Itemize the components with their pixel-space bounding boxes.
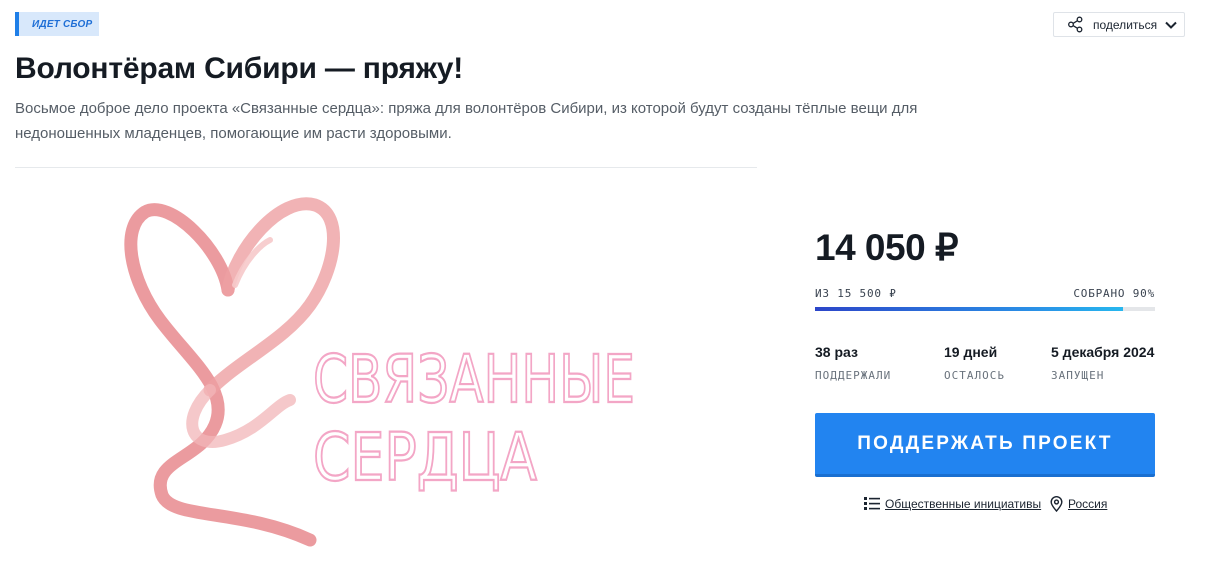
cover-logo-line2: СЕРДЦА xyxy=(313,419,537,496)
progress-bar-fill xyxy=(815,307,1124,311)
stat-value: 38 раз xyxy=(815,344,858,360)
collected-percent-label: СОБРАНО 90% xyxy=(1073,287,1155,300)
stat-label: ПОДДЕРЖАЛИ xyxy=(815,369,892,382)
page-title: Волонтёрам Сибири — пряжу! xyxy=(15,52,464,85)
region-link[interactable]: Россия xyxy=(1050,496,1107,512)
stat-launched: 5 декабря 2024 ЗАПУЩЕН xyxy=(1051,344,1154,382)
status-badge: ИДЕТ СБОР xyxy=(15,12,99,36)
region-label: Россия xyxy=(1068,497,1108,511)
stat-label: ЗАПУЩЕН xyxy=(1051,369,1105,382)
stat-days-left: 19 дней ОСТАЛОСЬ xyxy=(944,344,1005,382)
support-project-button[interactable]: ПОДДЕРЖАТЬ ПРОЕКТ xyxy=(815,413,1155,477)
cover-image: СВЯЗАННЫЕ СЕРДЦА xyxy=(124,197,636,547)
cover-logo-line1: СВЯЗАННЫЕ xyxy=(313,341,635,418)
share-label: поделиться xyxy=(1093,17,1158,32)
category-label: Общественные инициативы xyxy=(885,496,1042,511)
page-description: Восьмое доброе дело проекта «Связанные с… xyxy=(15,100,918,142)
location-pin-icon xyxy=(1050,496,1063,512)
list-icon xyxy=(864,497,880,510)
collected-amount: 14 050 ₽ xyxy=(815,227,959,268)
stat-value: 5 декабря 2024 xyxy=(1051,344,1155,360)
stat-supporters: 38 раз ПОДДЕРЖАЛИ xyxy=(815,344,891,382)
goal-label: ИЗ 15 500 ₽ xyxy=(815,287,897,300)
progress-bar xyxy=(815,307,1155,311)
share-button[interactable]: поделиться xyxy=(1053,12,1185,37)
stat-label: ОСТАЛОСЬ xyxy=(944,369,1005,382)
divider xyxy=(15,167,757,168)
heart-ribbon-graphic xyxy=(124,197,340,547)
share-icon xyxy=(1068,16,1083,33)
stat-value: 19 дней xyxy=(944,344,998,360)
chevron-down-icon xyxy=(1165,21,1177,29)
category-link[interactable]: Общественные инициативы xyxy=(864,496,1041,511)
